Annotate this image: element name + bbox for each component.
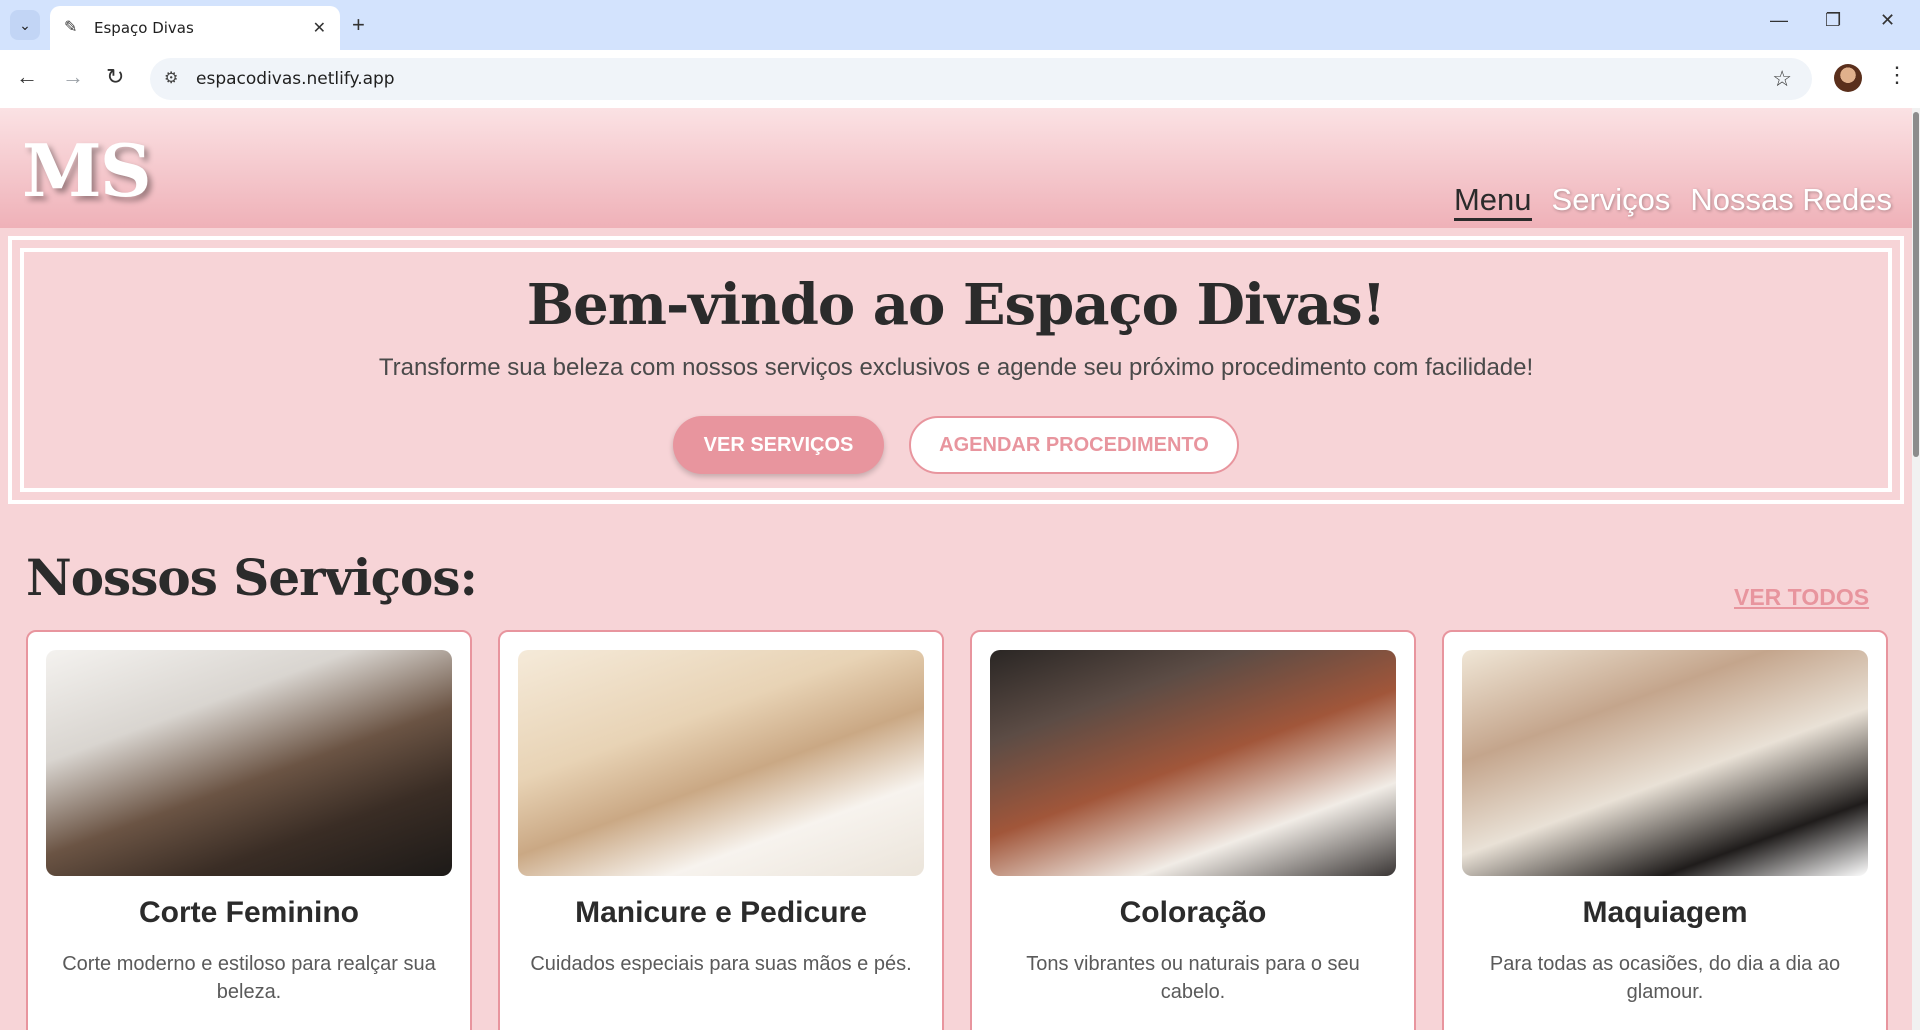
service-description: Cuidados especiais para suas mãos e pés. — [530, 953, 912, 975]
service-description: Corte moderno e estiloso para realçar su… — [62, 953, 436, 1003]
service-card[interactable]: Coloração Tons vibrantes ou naturais par… — [970, 630, 1416, 1030]
scrollbar-thumb[interactable] — [1913, 112, 1919, 457]
back-icon[interactable]: ← — [16, 64, 38, 90]
address-bar[interactable]: ⚙ espacodivas.netlify.app ☆ — [150, 58, 1812, 100]
forward-icon[interactable]: → — [62, 64, 84, 90]
service-image-coloring — [990, 650, 1396, 876]
nav-servicos[interactable]: Serviços — [1552, 182, 1671, 221]
service-description: Tons vibrantes ou naturais para o seu ca… — [1026, 953, 1360, 1003]
service-title: Maquiagem — [1582, 896, 1748, 929]
schedule-button[interactable]: AGENDAR PROCEDIMENTO — [909, 416, 1239, 474]
tab-title: Espaço Divas — [94, 19, 194, 37]
site-header: MS Menu Serviços Nossas Redes — [0, 108, 1912, 228]
service-title: Corte Feminino — [138, 896, 359, 929]
nav-nossas-redes[interactable]: Nossas Redes — [1690, 182, 1892, 221]
close-window-icon[interactable]: ✕ — [1880, 10, 1895, 31]
site-logo[interactable]: MS — [22, 128, 152, 213]
tab-search-icon[interactable]: ⌄ — [10, 10, 40, 40]
profile-avatar[interactable] — [1834, 64, 1862, 92]
service-description: Para todas as ocasiões, do dia a dia ao … — [1489, 953, 1841, 1003]
bookmark-star-icon[interactable]: ☆ — [1772, 66, 1792, 92]
hero-title: Bem-vindo ao Espaço Divas! — [526, 272, 1387, 338]
nav-menu[interactable]: Menu — [1453, 182, 1532, 221]
main-nav: Menu Serviços Nossas Redes — [1453, 182, 1892, 221]
hero-subtitle: Transforme sua beleza com nossos serviço… — [378, 354, 1534, 381]
service-image-manicure — [518, 650, 924, 876]
url-text: espacodivas.netlify.app — [196, 69, 395, 89]
service-title: Coloração — [1119, 896, 1267, 929]
minimize-icon[interactable]: — — [1770, 10, 1788, 31]
service-card[interactable]: Manicure e Pedicure Cuidados especiais p… — [498, 630, 944, 1030]
active-tab[interactable]: ✎ Espaço Divas ✕ — [50, 6, 340, 50]
new-tab-icon[interactable]: + — [352, 12, 365, 38]
reload-icon[interactable]: ↻ — [106, 64, 124, 90]
service-card[interactable]: Maquiagem Para todas as ocasiões, do dia… — [1442, 630, 1888, 1030]
restore-icon[interactable]: ❐ — [1825, 10, 1841, 31]
service-image-haircut — [46, 650, 452, 876]
tab-strip: ⌄ ✎ Espaço Divas ✕ + — ❐ ✕ — [0, 0, 1920, 50]
service-title: Manicure e Pedicure — [575, 896, 867, 929]
page-content: MS Menu Serviços Nossas Redes Bem-vindo … — [0, 108, 1920, 1030]
site-info-icon[interactable]: ⚙ — [164, 68, 178, 88]
see-all-link[interactable]: VER TODOS — [1734, 584, 1869, 611]
services-section-title: Nossos Serviços: — [26, 548, 478, 607]
view-services-button[interactable]: VER SERVIÇOS — [673, 416, 884, 474]
service-card[interactable]: Corte Feminino Corte moderno e estiloso … — [26, 630, 472, 1030]
close-tab-icon[interactable]: ✕ — [313, 18, 326, 38]
browser-toolbar: ← → ↻ ⚙ espacodivas.netlify.app ☆ ⋮ — [0, 50, 1920, 108]
browser-menu-icon[interactable]: ⋮ — [1886, 62, 1908, 88]
services-grid: Corte Feminino Corte moderno e estiloso … — [26, 630, 1888, 1030]
service-image-makeup — [1462, 650, 1868, 876]
favicon-icon: ✎ — [64, 19, 78, 36]
